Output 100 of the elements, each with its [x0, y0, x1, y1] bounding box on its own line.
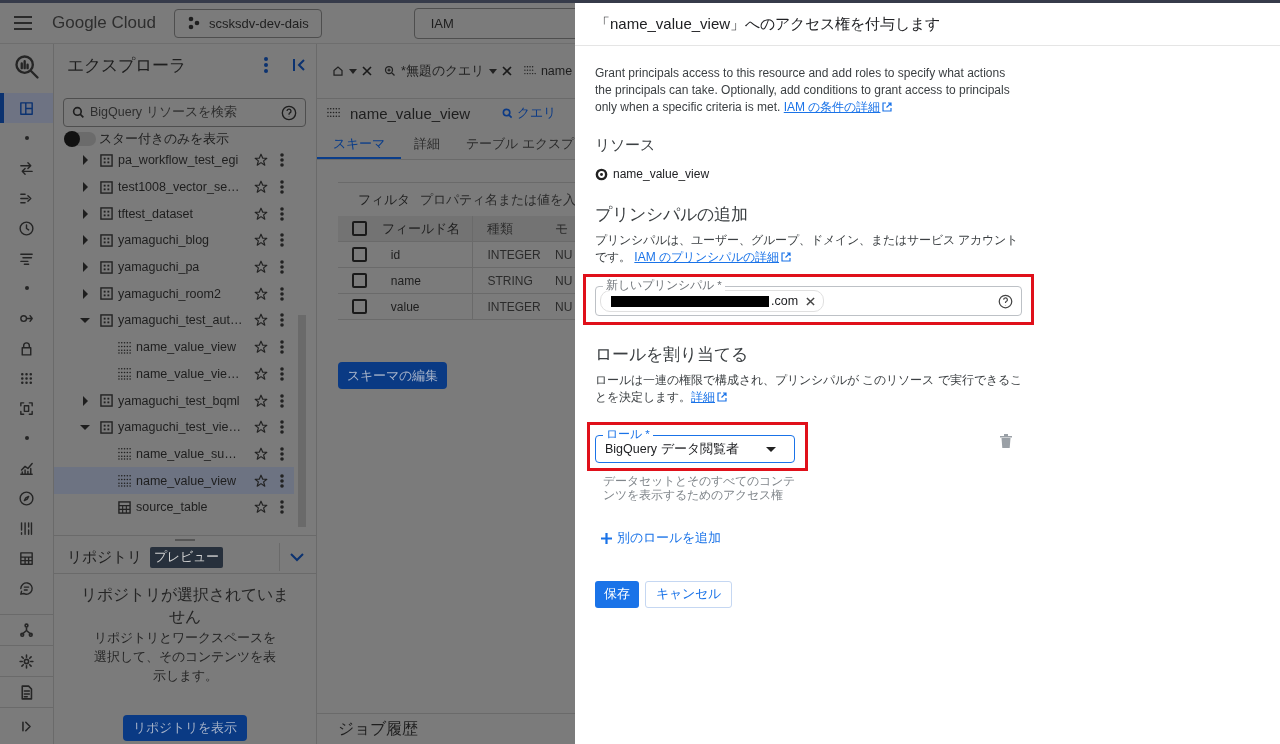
caret-right-icon[interactable] — [80, 235, 90, 246]
tree-item[interactable]: yamaguchi_pa — [54, 253, 294, 281]
close-icon[interactable] — [501, 66, 512, 76]
filter-input[interactable]: プロパティ名または値を入 — [420, 190, 575, 209]
more-options-icon[interactable] — [280, 260, 284, 275]
close-icon[interactable] — [806, 296, 816, 306]
caret-down-icon[interactable] — [80, 422, 90, 433]
tree-item[interactable]: yamaguchi_test_vie… — [54, 413, 294, 441]
star-icon[interactable] — [254, 500, 268, 515]
tree-item[interactable]: yamaguchi_room2 — [54, 280, 294, 308]
star-icon[interactable] — [254, 233, 268, 248]
star-icon[interactable] — [254, 420, 268, 435]
swap-arrows-icon — [18, 159, 35, 177]
tree-item[interactable]: test1008_vector_se… — [54, 173, 294, 201]
collapse-icon[interactable] — [292, 58, 306, 72]
empty-state-title: リポジトリが選択されていません — [80, 585, 290, 627]
more-options-icon[interactable] — [280, 233, 284, 248]
chevron-down-icon[interactable] — [290, 552, 304, 562]
more-options-icon[interactable] — [280, 180, 284, 195]
caret-right-icon[interactable] — [80, 395, 90, 406]
caret-down-icon[interactable] — [488, 68, 497, 74]
star-icon[interactable] — [254, 473, 268, 488]
caret-right-icon[interactable] — [80, 262, 90, 273]
star-icon[interactable] — [254, 340, 268, 355]
star-icon[interactable] — [254, 286, 268, 301]
caret-down-icon[interactable] — [80, 315, 90, 326]
delete-icon[interactable] — [1000, 434, 1012, 448]
tree-item[interactable]: name_value_view — [54, 333, 294, 361]
caret-right-icon[interactable] — [80, 182, 90, 193]
editor-tab[interactable]: *無題のクエリ — [381, 62, 515, 80]
more-options-icon[interactable] — [280, 153, 284, 168]
google-cloud-logo[interactable]: Google Cloud — [52, 13, 156, 33]
more-options-icon[interactable] — [264, 57, 268, 73]
dataset-icon — [100, 394, 113, 408]
tab[interactable]: スキーマ — [317, 129, 401, 159]
editor-tab[interactable]: name — [520, 64, 575, 78]
tree-item[interactable]: name_value_su… — [54, 440, 294, 468]
help-icon[interactable] — [998, 293, 1013, 309]
caret-right-icon[interactable] — [80, 208, 90, 219]
save-button[interactable]: 保存 — [595, 581, 639, 608]
star-icon[interactable] — [254, 393, 268, 408]
more-options-icon[interactable] — [280, 340, 284, 355]
tree-item[interactable]: source_table — [54, 493, 294, 521]
toggle-switch[interactable] — [64, 132, 96, 146]
checkbox[interactable] — [352, 273, 368, 288]
search-field[interactable]: BigQuery リソースを検索 — [63, 98, 306, 127]
close-icon[interactable] — [362, 66, 372, 76]
principal-chip[interactable]: .com — [600, 290, 825, 312]
compass-icon — [18, 489, 35, 507]
caret-right-icon[interactable] — [80, 155, 90, 166]
resource-name: name_value_view — [613, 167, 710, 181]
panel-title: ジョブ履歴 — [338, 718, 418, 739]
table-cell: INTEGER — [487, 299, 541, 314]
more-options-icon[interactable] — [280, 286, 284, 301]
project-picker[interactable]: scsksdv-dev-dais — [173, 8, 322, 38]
star-icon[interactable] — [254, 153, 268, 168]
column-header: 種類 — [487, 219, 514, 238]
tree-item[interactable]: yamaguchi_test_aut… — [54, 307, 294, 334]
star-icon[interactable] — [254, 260, 268, 275]
tree-item[interactable]: yamaguchi_test_bqml — [54, 387, 294, 414]
tab[interactable]: 詳細 — [401, 129, 453, 159]
more-options-icon[interactable] — [280, 313, 284, 328]
learn-more-link[interactable]: IAM のプリンシパルの詳細 — [634, 250, 791, 264]
help-icon[interactable] — [281, 104, 297, 121]
more-options-icon[interactable] — [280, 473, 284, 488]
caret-right-icon[interactable] — [80, 288, 90, 299]
tree-item[interactable]: yamaguchi_blog — [54, 227, 294, 254]
caret-down-icon[interactable] — [349, 68, 357, 74]
cancel-button[interactable]: キャンセル — [645, 581, 732, 608]
more-options-icon[interactable] — [280, 500, 284, 515]
show-repository-button[interactable]: リポジトリを表示 — [123, 715, 247, 741]
checkbox[interactable] — [352, 247, 368, 262]
more-options-icon[interactable] — [280, 206, 284, 221]
settings-icon — [18, 652, 35, 670]
tree-item[interactable]: name_value_view — [54, 467, 294, 494]
more-options-icon[interactable] — [280, 366, 284, 381]
star-icon[interactable] — [254, 180, 268, 195]
dataset-icon — [100, 180, 113, 194]
add-role-button[interactable]: 別のロールを追加 — [595, 526, 727, 551]
star-icon[interactable] — [254, 446, 268, 461]
learn-more-link[interactable]: 詳細 — [691, 390, 727, 404]
star-icon[interactable] — [254, 206, 268, 221]
checkbox[interactable] — [352, 299, 368, 314]
edit-schema-button[interactable]: スキーマの編集 — [338, 362, 447, 389]
rail-item[interactable] — [0, 93, 53, 123]
dialog-title: 「name_value_view」へのアクセス権を付与します — [595, 14, 941, 34]
menu-button[interactable] — [14, 16, 32, 30]
tree-item[interactable]: name_value_vie… — [54, 360, 294, 388]
more-options-icon[interactable] — [280, 420, 284, 435]
tree-item[interactable]: tftest_dataset — [54, 200, 294, 228]
more-options-icon[interactable] — [280, 393, 284, 408]
tree-item[interactable]: pa_workflow_test_egi — [54, 147, 294, 174]
tab[interactable]: テーブル エクスプ — [453, 129, 575, 159]
table-cell: name — [390, 273, 421, 288]
query-button[interactable]: クエリ — [502, 104, 557, 122]
star-icon[interactable] — [254, 366, 268, 381]
star-icon[interactable] — [254, 313, 268, 328]
checkbox[interactable] — [352, 221, 368, 236]
more-options-icon[interactable] — [280, 446, 284, 461]
learn-more-link[interactable]: IAM の条件の詳細 — [783, 100, 893, 114]
